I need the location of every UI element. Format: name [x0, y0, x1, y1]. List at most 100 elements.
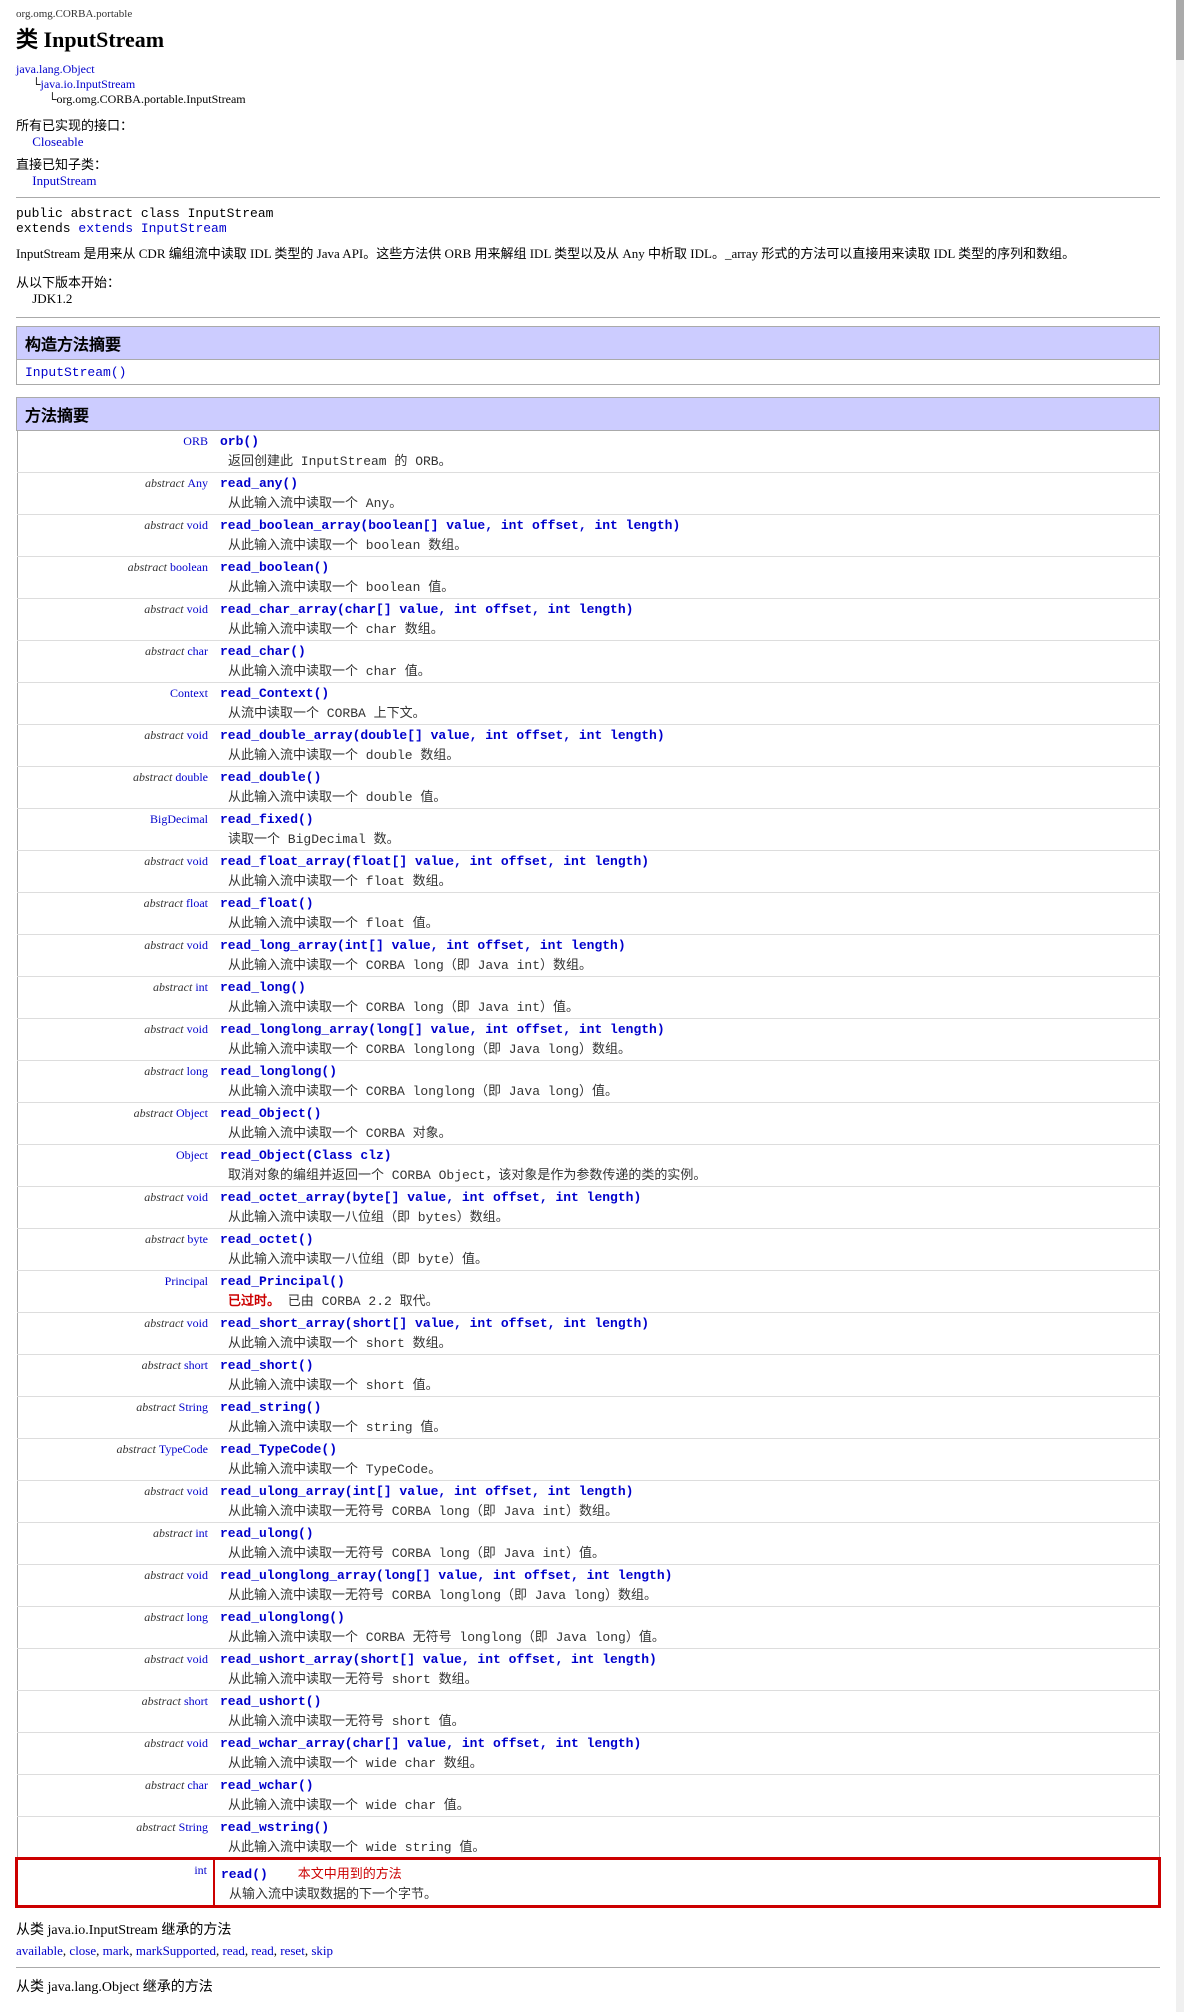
method-link[interactable]: read_wstring()	[220, 1820, 329, 1835]
return-type-text: void	[187, 1022, 208, 1036]
return-type-text: long	[187, 1610, 208, 1624]
method-link[interactable]: read_char()	[220, 644, 306, 659]
table-row: abstract voidread_ulong_array(int[] valu…	[17, 1480, 1159, 1522]
table-row: abstract shortread_short()从此输入流中读取一个 sho…	[17, 1354, 1159, 1396]
return-type-cell: abstract char	[17, 640, 214, 682]
method-link[interactable]: read_boolean()	[220, 560, 329, 575]
method-link[interactable]: read_octet_array(byte[] value, int offse…	[220, 1190, 641, 1205]
method-link[interactable]: read_wchar_array(char[] value, int offse…	[220, 1736, 641, 1751]
marksupported-link[interactable]: markSupported	[136, 1943, 216, 1958]
available-link[interactable]: available	[16, 1943, 63, 1958]
method-link[interactable]: read_ulong_array(int[] value, int offset…	[220, 1484, 633, 1499]
method-link[interactable]: read_short()	[220, 1358, 314, 1373]
method-description: 从此输入流中读取一无符号 CORBA long（即 Java int）值。	[228, 1542, 1153, 1561]
method-description: 从此输入流中读取一个 double 数组。	[228, 744, 1153, 763]
table-row: abstract voidread_ulonglong_array(long[]…	[17, 1564, 1159, 1606]
method-link[interactable]: read_ushort_array(short[] value, int off…	[220, 1652, 657, 1667]
table-row: abstract void read_longlong_array(long[] …	[17, 1018, 1159, 1060]
method-link[interactable]: read_any()	[220, 476, 298, 491]
method-link[interactable]: read_boolean_array(boolean[] value, int …	[220, 518, 680, 533]
hierarchy-level1-link[interactable]: java.io.InputStream	[41, 77, 136, 91]
method-summary-header: 方法摘要	[16, 397, 1160, 431]
method-link[interactable]: read_Object(Class clz)	[220, 1148, 392, 1163]
method-link[interactable]: read_ushort()	[220, 1694, 321, 1709]
method-link[interactable]: read_long()	[220, 980, 306, 995]
return-type-link[interactable]: Object	[176, 1148, 208, 1162]
return-type-cell: abstract TypeCode	[17, 1438, 214, 1480]
return-type-cell: abstract short	[17, 1354, 214, 1396]
method-cell: read_fixed()读取一个 BigDecimal 数。	[214, 808, 1159, 850]
inherited-object-title: 从类 java.lang.Object 继承的方法	[16, 1976, 1160, 1996]
method-link[interactable]: read_Principal()	[220, 1274, 345, 1289]
return-type-cell: abstract long	[17, 1060, 214, 1102]
return-type-text: char	[187, 644, 208, 658]
read2-link[interactable]: read	[251, 1943, 273, 1958]
extends-link[interactable]: extends InputStream	[78, 221, 226, 236]
method-link[interactable]: read_ulonglong_array(long[] value, int o…	[220, 1568, 672, 1583]
interface-link[interactable]: Closeable	[32, 134, 83, 149]
constructor-entry: InputStream()	[25, 364, 1151, 380]
divider2	[16, 317, 1160, 318]
method-link[interactable]: read_float()	[220, 896, 314, 911]
mark-link[interactable]: mark	[103, 1943, 130, 1958]
return-type-cell: abstract void	[17, 1018, 214, 1060]
method-link[interactable]: read_long_array(int[] value, int offset,…	[220, 938, 626, 953]
method-link[interactable]: read_longlong()	[220, 1064, 337, 1079]
return-type-link[interactable]: BigDecimal	[150, 812, 208, 826]
return-type-cell: BigDecimal	[17, 808, 214, 850]
return-type-link[interactable]: ORB	[183, 434, 208, 448]
class-signature: public abstract class InputStream extend…	[16, 206, 1160, 236]
return-type-cell: Object	[17, 1144, 214, 1186]
reset-link[interactable]: reset	[280, 1943, 305, 1958]
read-link[interactable]: read	[223, 1943, 245, 1958]
method-cell: read_boolean()从此输入流中读取一个 boolean 值。	[214, 556, 1159, 598]
method-cell: read_ushort_array(short[] value, int off…	[214, 1648, 1159, 1690]
method-link[interactable]: read_Context()	[220, 686, 329, 701]
return-keyword: abstract	[144, 1484, 186, 1498]
method-link[interactable]: read_ulonglong()	[220, 1610, 345, 1625]
method-link[interactable]: read_TypeCode()	[220, 1442, 337, 1457]
return-type-cell: Context	[17, 682, 214, 724]
method-link[interactable]: read_octet()	[220, 1232, 314, 1247]
method-link[interactable]: read_float_array(float[] value, int offs…	[220, 854, 649, 869]
skip-link[interactable]: skip	[311, 1943, 333, 1958]
method-description: 从此输入流中读取一无符号 CORBA longlong（即 Java long）…	[228, 1584, 1153, 1603]
method-link[interactable]: read_double_array(double[] value, int of…	[220, 728, 665, 743]
method-cell: read_float()从此输入流中读取一个 float 值。	[214, 892, 1159, 934]
methods-table: ORBorb()返回创建此 InputStream 的 ORB。abstract…	[16, 431, 1160, 1907]
table-row: abstract charread_wchar()从此输入流中读取一个 wide…	[17, 1774, 1159, 1816]
method-description: 从此输入流中读取一八位组（即 bytes）数组。	[228, 1206, 1153, 1225]
method-link[interactable]: read_short_array(short[] value, int offs…	[220, 1316, 649, 1331]
method-description: 从此输入流中读取一个 CORBA long（即 Java int）数组。	[228, 954, 1153, 973]
method-link[interactable]: read()	[221, 1867, 268, 1882]
return-keyword: abstract	[133, 770, 175, 784]
close-link[interactable]: close	[69, 1943, 96, 1958]
package-name: org.omg.CORBA.portable	[16, 8, 1160, 20]
method-link[interactable]: read_ulong()	[220, 1526, 314, 1541]
return-type-link[interactable]: Principal	[165, 1274, 208, 1288]
return-type-cell: abstract String	[17, 1816, 214, 1859]
table-row: abstract voidread_float_array(float[] va…	[17, 850, 1159, 892]
method-link[interactable]: read_wchar()	[220, 1778, 314, 1793]
method-link[interactable]: read_char_array(char[] value, int offset…	[220, 602, 633, 617]
method-link[interactable]: read_string()	[220, 1400, 321, 1415]
table-row: abstract Objectread_Object()从此输入流中读取一个 C…	[17, 1102, 1159, 1144]
method-cell: read_wchar_array(char[] value, int offse…	[214, 1732, 1159, 1774]
constructor-link[interactable]: InputStream()	[25, 365, 126, 380]
method-link[interactable]: read_fixed()	[220, 812, 314, 827]
method-description: 从此输入流中读取一个 Any。	[228, 492, 1153, 511]
method-link[interactable]: read_Object()	[220, 1106, 321, 1121]
method-link[interactable]: orb()	[220, 434, 259, 449]
return-type-link[interactable]: Context	[170, 686, 208, 700]
return-type-text: String	[179, 1400, 208, 1414]
subclasses-label: 直接已知子类： InputStream	[16, 154, 1160, 189]
method-cell: read_longlong_array(long[] value, int of…	[214, 1018, 1159, 1060]
subclass-link[interactable]: InputStream	[32, 173, 96, 188]
method-link[interactable]: read_double()	[220, 770, 321, 785]
method-description: 从此输入流中读取一个 CORBA 对象。	[228, 1122, 1153, 1141]
method-link[interactable]: read_longlong_array(long[] value, int of…	[220, 1022, 665, 1037]
method-description: 从此输入流中读取一八位组（即 byte）值。	[228, 1248, 1153, 1267]
method-cell: read_ulong()从此输入流中读取一无符号 CORBA long（即 Ja…	[214, 1522, 1159, 1564]
method-description: 从此输入流中读取一个 wide char 数组。	[228, 1752, 1153, 1771]
hierarchy-root-link[interactable]: java.lang.Object	[16, 62, 95, 76]
